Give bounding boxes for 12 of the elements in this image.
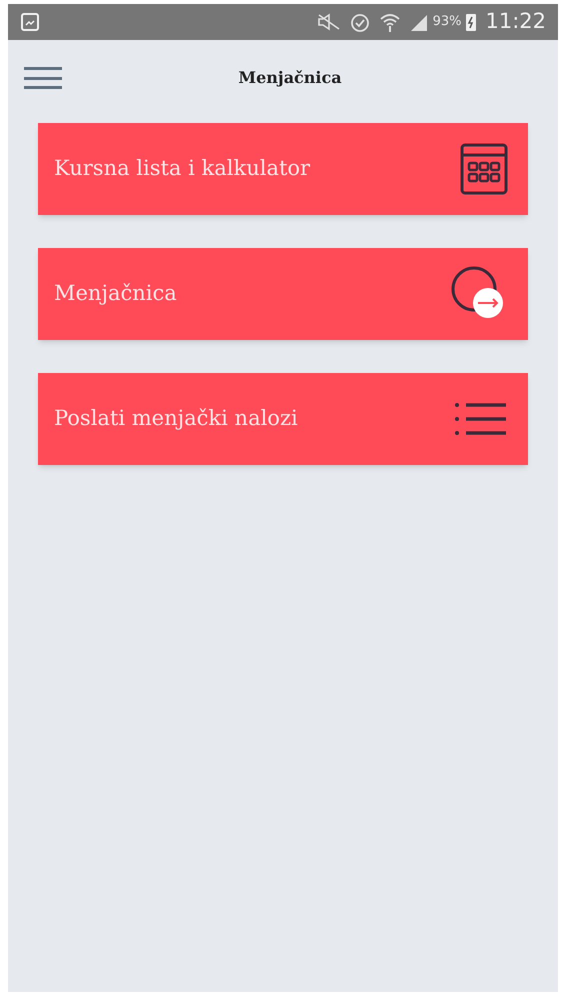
clock-time: 11:22: [485, 8, 546, 36]
list-icon: [454, 402, 508, 436]
page-title: Menjačnica: [238, 67, 342, 89]
mute-icon: [316, 13, 341, 31]
calculator-icon: [460, 143, 508, 195]
menu-card[interactable]: Poslati menjački nalozi: [38, 373, 528, 465]
menu-card[interactable]: Kursna lista i kalkulator: [38, 123, 528, 215]
image-icon: [20, 12, 40, 32]
battery-icon: [465, 12, 478, 32]
wifi-icon: [378, 11, 401, 33]
menu-card[interactable]: Menjačnica: [38, 248, 528, 340]
battery-percent: 93%: [432, 13, 462, 32]
